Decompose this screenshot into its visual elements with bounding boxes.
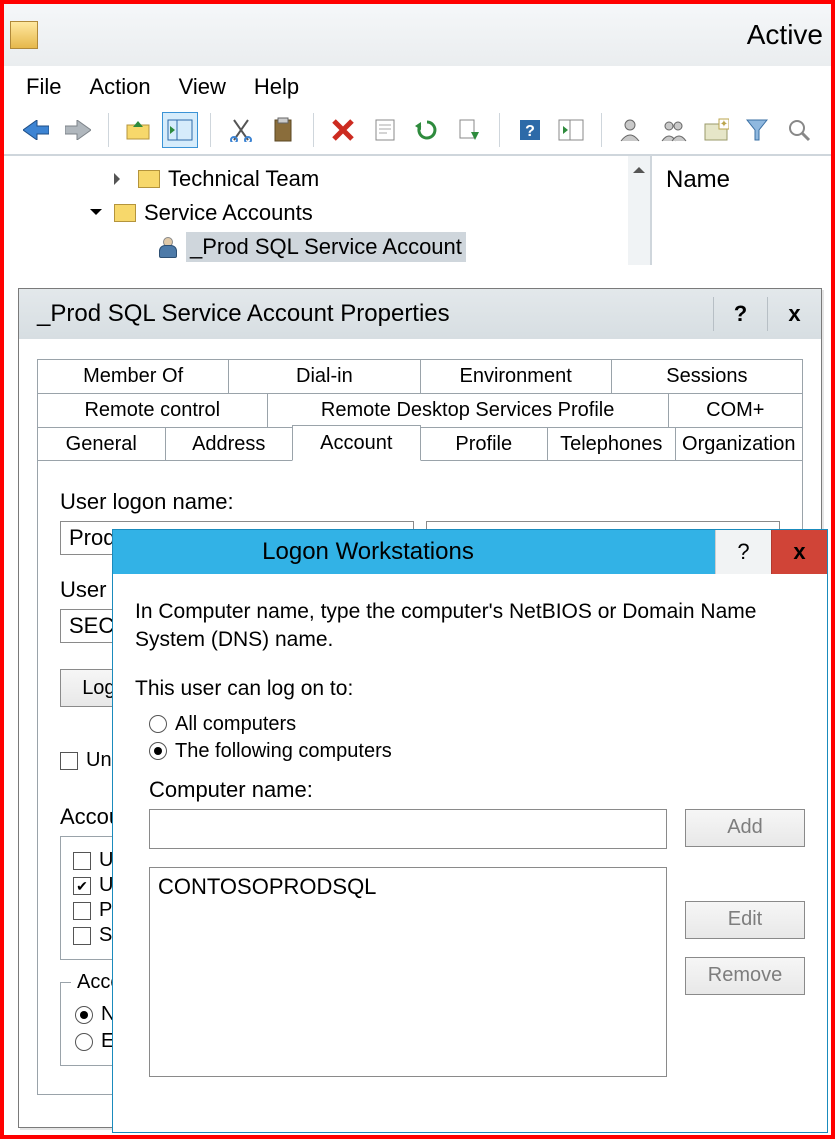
tab-com-plus[interactable]: COM+ xyxy=(668,393,803,427)
new-group-icon[interactable] xyxy=(656,112,692,148)
search-icon[interactable] xyxy=(781,112,817,148)
tab-rds-profile[interactable]: Remote Desktop Services Profile xyxy=(267,393,669,427)
screenshot-frame: Active File Action View Help xyxy=(0,0,835,1139)
new-user-icon[interactable] xyxy=(614,112,650,148)
menu-file[interactable]: File xyxy=(26,74,61,100)
expand-icon[interactable] xyxy=(114,173,130,185)
tree-node-service-accounts[interactable]: Service Accounts xyxy=(4,196,650,230)
aduc-sysmenu-icon[interactable] xyxy=(10,21,38,49)
logon-workstations-titlebar[interactable]: Logon Workstations ? x xyxy=(113,530,827,574)
tab-account[interactable]: Account xyxy=(292,425,421,461)
tab-organization[interactable]: Organization xyxy=(675,427,804,461)
tab-telephones[interactable]: Telephones xyxy=(547,427,676,461)
properties-titlebar[interactable]: _Prod SQL Service Account Properties ? x xyxy=(19,289,821,339)
list-pane[interactable]: Name xyxy=(651,156,831,265)
user-icon xyxy=(156,236,178,258)
logon-name-label: User logon name: xyxy=(60,489,780,515)
folder-icon xyxy=(114,204,136,222)
svg-text:?: ? xyxy=(525,123,535,140)
delete-icon[interactable] xyxy=(326,112,362,148)
list-header-name[interactable]: Name xyxy=(666,166,817,194)
menu-action[interactable]: Action xyxy=(89,74,150,100)
tree-label: _Prod SQL Service Account xyxy=(186,232,466,262)
help-button[interactable]: ? xyxy=(715,530,771,574)
logon-workstations-dialog: Logon Workstations ? x In Computer name,… xyxy=(112,529,828,1133)
aduc-window: Active File Action View Help xyxy=(4,4,831,265)
computer-name-label: Computer name: xyxy=(149,777,805,803)
tree-node-technical-team[interactable]: Technical Team xyxy=(4,162,650,196)
menu-help[interactable]: Help xyxy=(254,74,299,100)
tab-address[interactable]: Address xyxy=(165,427,294,461)
tab-sessions[interactable]: Sessions xyxy=(611,359,803,393)
all-computers-radio[interactable]: All computers xyxy=(149,713,805,736)
computer-name-input[interactable] xyxy=(149,809,667,849)
tab-remote-control[interactable]: Remote control xyxy=(37,393,268,427)
menu-view[interactable]: View xyxy=(179,74,226,100)
tabs-row-3: General Address Account Profile Telephon… xyxy=(37,427,803,461)
tab-dial-in[interactable]: Dial-in xyxy=(228,359,420,393)
paste-icon[interactable] xyxy=(265,112,301,148)
tab-environment[interactable]: Environment xyxy=(420,359,612,393)
properties-icon[interactable] xyxy=(367,112,403,148)
tree-label: Technical Team xyxy=(168,166,319,192)
find-icon[interactable] xyxy=(553,112,589,148)
tab-member-of[interactable]: Member Of xyxy=(37,359,229,393)
tree-scrollbar[interactable] xyxy=(628,156,650,265)
help-icon[interactable]: ? xyxy=(512,112,548,148)
svg-text:✦: ✦ xyxy=(719,119,727,130)
aduc-titlebar: Active xyxy=(4,4,831,66)
aduc-body: Technical Team Service Accounts _Prod SQ… xyxy=(4,155,831,265)
toolbar: ? ✦ xyxy=(4,108,831,155)
close-button[interactable]: x xyxy=(767,297,821,331)
logon-workstations-desc: In Computer name, type the computer's Ne… xyxy=(135,598,805,655)
scroll-up-icon[interactable] xyxy=(628,156,650,178)
logon-workstations-title: Logon Workstations xyxy=(131,538,715,566)
new-ou-icon[interactable]: ✦ xyxy=(698,112,734,148)
tab-general[interactable]: General xyxy=(37,427,166,461)
up-folder-icon[interactable] xyxy=(121,112,157,148)
folder-icon xyxy=(138,170,160,188)
edit-button[interactable]: Edit xyxy=(685,901,805,939)
close-button[interactable]: x xyxy=(771,530,827,574)
tree-label: Service Accounts xyxy=(144,200,313,226)
list-item[interactable]: CONTOSOPRODSQL xyxy=(158,874,658,900)
remove-button[interactable]: Remove xyxy=(685,957,805,995)
aduc-title: Active xyxy=(747,19,831,51)
tabs-row-2: Remote control Remote Desktop Services P… xyxy=(37,393,803,427)
tree-pane[interactable]: Technical Team Service Accounts _Prod SQ… xyxy=(4,156,651,265)
properties-title: _Prod SQL Service Account Properties xyxy=(37,300,450,328)
show-hide-tree-icon[interactable] xyxy=(162,112,198,148)
refresh-icon[interactable] xyxy=(409,112,445,148)
collapse-icon[interactable] xyxy=(90,206,106,221)
add-button[interactable]: Add xyxy=(685,809,805,847)
help-button[interactable]: ? xyxy=(713,297,767,331)
menubar: File Action View Help xyxy=(4,66,831,108)
nav-forward-icon[interactable] xyxy=(60,112,96,148)
workstations-listbox[interactable]: CONTOSOPRODSQL xyxy=(149,867,667,1077)
following-computers-radio[interactable]: The following computers xyxy=(149,740,805,763)
cut-icon[interactable] xyxy=(223,112,259,148)
tabs-row-1: Member Of Dial-in Environment Sessions xyxy=(37,359,803,393)
filter-icon[interactable] xyxy=(739,112,775,148)
nav-back-icon[interactable] xyxy=(18,112,54,148)
tab-profile[interactable]: Profile xyxy=(420,427,549,461)
this-user-can-log-on-to-label: This user can log on to: xyxy=(135,677,805,701)
export-list-icon[interactable] xyxy=(451,112,487,148)
tree-node-prod-sql-svc[interactable]: _Prod SQL Service Account xyxy=(4,230,650,264)
